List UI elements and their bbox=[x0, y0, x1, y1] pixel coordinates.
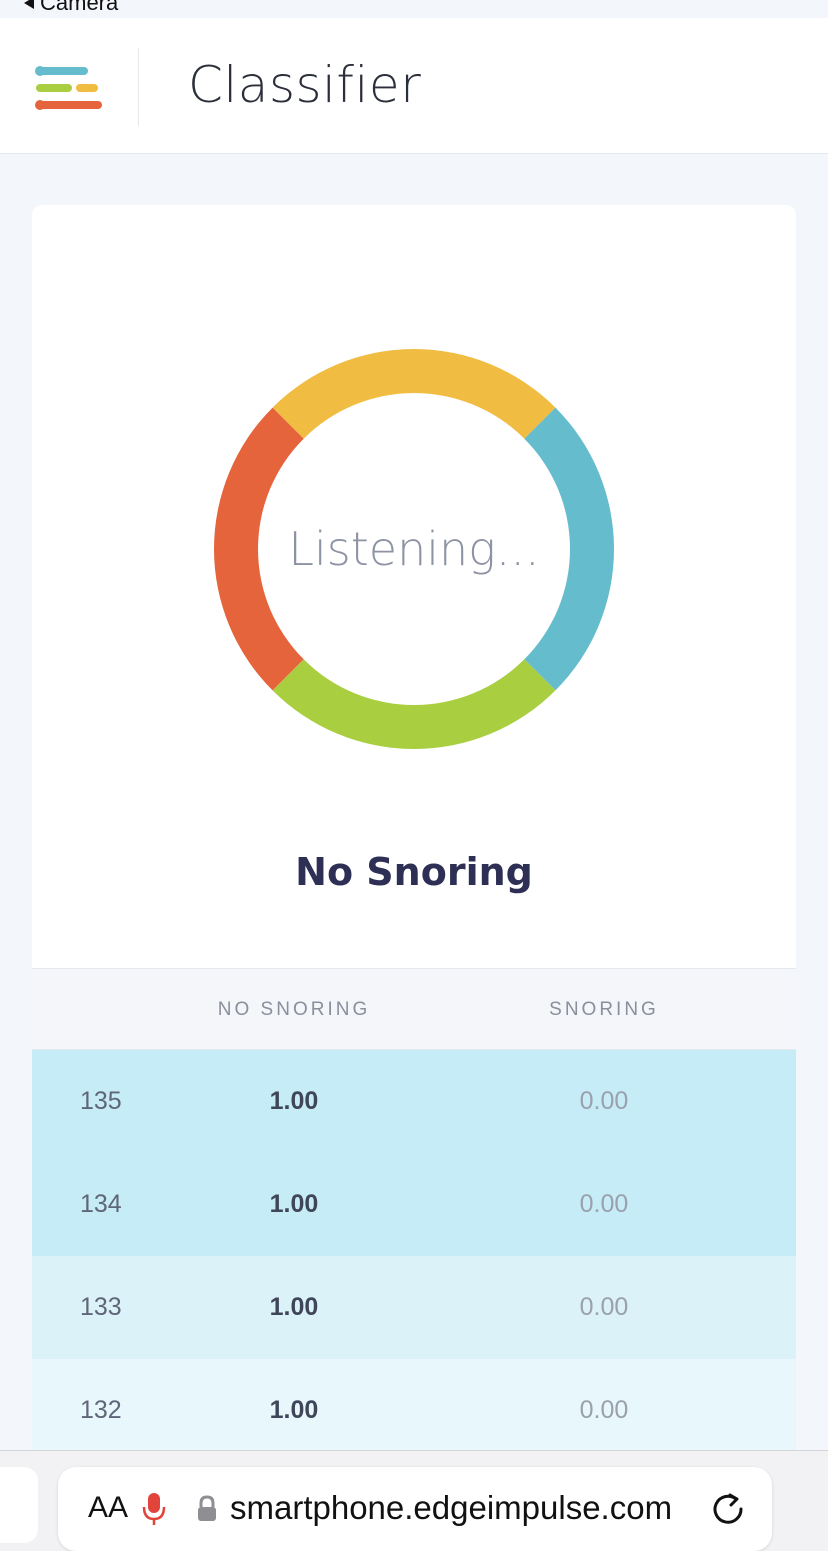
listening-text: Listening... bbox=[288, 522, 540, 576]
snoring-score: 0.00 bbox=[579, 1293, 629, 1321]
reload-icon[interactable] bbox=[708, 1489, 748, 1529]
row-index: 133 bbox=[80, 1293, 122, 1321]
app-header: Classifier bbox=[0, 18, 828, 154]
row-index: 134 bbox=[80, 1190, 122, 1218]
address-bar[interactable]: AA smartphone.edgeimpulse.com bbox=[58, 1467, 772, 1551]
no-snoring-score: 1.00 bbox=[269, 1190, 319, 1218]
lock-icon bbox=[198, 1495, 216, 1521]
snoring-score: 0.00 bbox=[579, 1190, 629, 1218]
table-row: 132 1.00 0.00 bbox=[32, 1359, 796, 1462]
classifier-card: Listening... No Snoring NO SNORING SNORI… bbox=[32, 205, 796, 1505]
microphone-icon[interactable] bbox=[142, 1491, 166, 1527]
text-size-button[interactable]: AA bbox=[88, 1491, 128, 1525]
table-row: 134 1.00 0.00 bbox=[32, 1153, 796, 1256]
back-label: Camera bbox=[40, 0, 119, 15]
no-snoring-score: 1.00 bbox=[269, 1293, 319, 1321]
browser-toolbar: AA smartphone.edgeimpulse.com bbox=[0, 1450, 828, 1551]
previous-tab[interactable] bbox=[0, 1467, 38, 1543]
row-index: 132 bbox=[80, 1396, 122, 1424]
table-row: 133 1.00 0.00 bbox=[32, 1256, 796, 1359]
no-snoring-score: 1.00 bbox=[269, 1396, 319, 1424]
no-snoring-score: 1.00 bbox=[269, 1087, 319, 1115]
classification-result: No Snoring bbox=[295, 850, 533, 894]
column-header-snoring: SNORING bbox=[549, 999, 659, 1020]
page-title: Classifier bbox=[188, 56, 422, 114]
snoring-score: 0.00 bbox=[579, 1087, 629, 1115]
table-row: 135 1.00 0.00 bbox=[32, 1050, 796, 1153]
url-text[interactable]: smartphone.edgeimpulse.com bbox=[230, 1489, 672, 1527]
column-header-no-snoring: NO SNORING bbox=[217, 999, 371, 1020]
back-arrow-icon bbox=[24, 0, 34, 9]
listening-ring: Listening... bbox=[212, 347, 616, 751]
row-index: 135 bbox=[80, 1087, 122, 1115]
header-divider bbox=[138, 48, 139, 126]
edge-impulse-logo-icon[interactable] bbox=[34, 64, 104, 114]
snoring-score: 0.00 bbox=[579, 1396, 629, 1424]
back-to-camera[interactable]: Camera bbox=[24, 0, 118, 16]
results-table-header: NO SNORING SNORING bbox=[32, 968, 796, 1050]
